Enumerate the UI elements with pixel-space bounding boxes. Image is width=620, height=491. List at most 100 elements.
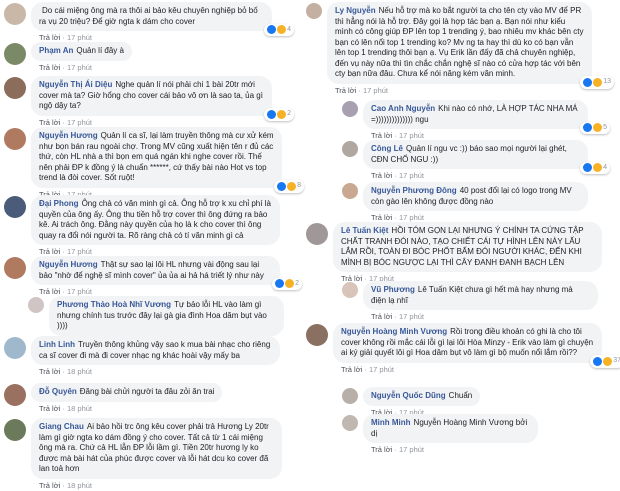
comment-timestamp[interactable]: 17 phút bbox=[67, 287, 92, 296]
reply-link[interactable]: Trả lời bbox=[371, 171, 392, 180]
avatar[interactable] bbox=[306, 324, 328, 346]
avatar[interactable] bbox=[4, 419, 26, 441]
comment-author-link[interactable]: Phạm An bbox=[39, 46, 73, 55]
comment-author-link[interactable]: Nguyễn Phương Đông bbox=[371, 186, 457, 195]
comment: Giang Chau Ai bảo hồi trc ông kêu cover p… bbox=[4, 418, 282, 490]
comment-author-link[interactable]: Vũ Phương bbox=[371, 285, 415, 294]
haha-reaction-icon bbox=[603, 356, 613, 366]
comment-timestamp[interactable]: 18 phút bbox=[67, 367, 92, 376]
comment-author-link[interactable]: Minh Minh bbox=[371, 418, 411, 427]
comment-meta: Trả lời · 18 phút bbox=[39, 367, 280, 376]
comment-timestamp[interactable]: 17 phút bbox=[363, 86, 388, 95]
reaction-count[interactable]: 2 bbox=[272, 277, 302, 290]
avatar[interactable] bbox=[342, 141, 358, 157]
reply-link[interactable]: Trả lời bbox=[39, 63, 60, 72]
comment-timestamp[interactable]: 17 phút bbox=[399, 312, 424, 321]
comment-author-link[interactable]: Nguyễn Hoàng Minh Vương bbox=[341, 327, 447, 336]
avatar[interactable] bbox=[342, 415, 358, 431]
avatar[interactable] bbox=[342, 388, 358, 404]
avatar[interactable] bbox=[4, 43, 26, 65]
comment-author-link[interactable]: Nguyễn Quốc Dũng bbox=[371, 391, 446, 400]
comment-text: Quản lí đây à bbox=[76, 46, 124, 55]
avatar[interactable] bbox=[4, 257, 26, 279]
comment-author-link[interactable]: Cao Anh Nguyễn bbox=[371, 104, 435, 113]
comment-timestamp[interactable]: 17 phút bbox=[67, 33, 92, 42]
comment-timestamp[interactable]: 18 phút bbox=[67, 481, 92, 490]
reaction-count[interactable]: 13 bbox=[580, 76, 614, 89]
avatar[interactable] bbox=[4, 196, 26, 218]
avatar[interactable] bbox=[342, 101, 358, 117]
comment-meta: Trả lời · 17 phút bbox=[371, 131, 588, 140]
haha-reaction-icon bbox=[277, 25, 287, 35]
avatar[interactable] bbox=[4, 384, 26, 406]
reaction-count[interactable]: 2 bbox=[264, 108, 294, 121]
reaction-count[interactable]: 37 bbox=[590, 355, 620, 368]
comment-timestamp[interactable]: 17 phút bbox=[399, 213, 424, 222]
comment-bubble: Nguyễn Hương Quản lí ca sĩ, lại làm truyề… bbox=[31, 127, 304, 193]
comment: Ly Nguyễn Nếu hỗ trợ mà ko bắt người ta c… bbox=[306, 2, 614, 95]
comment-author-link[interactable]: Lê Tuấn Kiệt bbox=[341, 226, 388, 235]
reply-link[interactable]: Trả lời bbox=[371, 131, 392, 140]
comment-author-link[interactable]: Nguyễn Hương bbox=[39, 260, 98, 269]
reply-link[interactable]: Trả lời bbox=[39, 247, 60, 256]
reply-link[interactable]: Trả lời bbox=[39, 481, 60, 490]
comment: Nguyễn Hương Thật sự sao lại lôi HL nhưng… bbox=[4, 256, 302, 296]
avatar[interactable] bbox=[28, 297, 44, 313]
reply-link[interactable]: Trả lời bbox=[39, 287, 60, 296]
avatar[interactable] bbox=[342, 183, 358, 199]
avatar[interactable] bbox=[342, 282, 358, 298]
meta-separator: · bbox=[60, 403, 67, 413]
reply-link[interactable]: Trả lời bbox=[341, 365, 362, 374]
comment-author-link[interactable]: Phương Thảo Hoà Nhĩ Vương bbox=[57, 300, 171, 309]
meta-separator: · bbox=[392, 445, 399, 454]
comment-author-link[interactable]: Đại Phong bbox=[39, 199, 79, 208]
avatar[interactable] bbox=[4, 128, 26, 150]
reply-link[interactable]: Trả lời bbox=[39, 367, 60, 376]
avatar[interactable] bbox=[306, 3, 322, 19]
reply-link[interactable]: Trả lời bbox=[39, 118, 60, 127]
comment-bubble: Lê Tuấn Kiệt HỒI TÓM GỌN LẠI NHƯNG Ý CHÍN… bbox=[333, 222, 602, 272]
comment-author-link[interactable]: Linh Linh bbox=[39, 340, 75, 349]
comment-bubble: Linh Linh Truyền thông khủng vậy sao k mu… bbox=[31, 336, 280, 365]
comment: Cao Anh Nguyễn Khi nào có nhớ, LÀ HỢP TÁC… bbox=[342, 100, 610, 140]
comment: Linh Linh Truyền thông khủng vậy sao k mu… bbox=[4, 336, 280, 376]
reaction-number: 13 bbox=[603, 78, 611, 85]
reaction-number: 4 bbox=[287, 25, 291, 33]
comment-author-link[interactable]: Ly Nguyễn bbox=[335, 6, 376, 15]
comment-timestamp[interactable]: 17 phút bbox=[67, 118, 92, 127]
avatar[interactable] bbox=[4, 3, 26, 25]
comment-timestamp[interactable]: 17 phút bbox=[67, 63, 92, 72]
avatar[interactable] bbox=[4, 77, 26, 99]
comment-meta: Trả lời · 17 phút bbox=[371, 213, 588, 222]
meta-separator: · bbox=[60, 287, 67, 296]
avatar[interactable] bbox=[306, 223, 328, 245]
comment-timestamp[interactable]: 17 phút bbox=[67, 247, 92, 256]
reply-link[interactable]: Trả lời bbox=[371, 213, 392, 222]
comment-author-link[interactable]: Nguyễn Hương bbox=[39, 131, 98, 140]
comment-timestamp[interactable]: 17 phút bbox=[369, 365, 394, 374]
reply-link[interactable]: Trả lời bbox=[39, 404, 60, 413]
reaction-count[interactable]: 8 bbox=[274, 180, 304, 193]
reaction-count[interactable]: 5 bbox=[580, 121, 610, 134]
comment-author-link[interactable]: Công Lê bbox=[371, 144, 403, 153]
comment-timestamp[interactable]: 17 phút bbox=[399, 445, 424, 454]
reaction-number: 8 bbox=[297, 182, 301, 189]
reply-link[interactable]: Trả lời bbox=[371, 445, 392, 454]
comment-author-link[interactable]: Đỗ Quyên bbox=[39, 387, 77, 396]
meta-separator: · bbox=[392, 213, 399, 222]
meta-separator: · bbox=[392, 131, 399, 140]
comment-author-link[interactable]: Nguyễn Thị Ái Diệu bbox=[39, 80, 112, 89]
comment-timestamp[interactable]: 18 phút bbox=[67, 404, 92, 413]
reaction-count[interactable]: 4 bbox=[580, 161, 610, 174]
comment-bubble: Minh Minh Nguyễn Hoàng Minh Vương bởi dị bbox=[363, 414, 538, 443]
reply-link[interactable]: Trả lời bbox=[39, 33, 60, 42]
comment-timestamp[interactable]: 17 phút bbox=[399, 171, 424, 180]
comment-timestamp[interactable]: 17 phút bbox=[399, 131, 424, 140]
comment-author-link[interactable]: Giang Chau bbox=[39, 422, 84, 431]
reaction-count[interactable]: 4 bbox=[264, 23, 294, 36]
comment: Đỗ Quyên Đăng bài chửi người ta đâu zỏi ă… bbox=[4, 383, 230, 413]
reply-link[interactable]: Trả lời bbox=[335, 86, 356, 95]
comment: Nguyễn Hương Quản lí ca sĩ, lại làm truyề… bbox=[4, 127, 304, 199]
reply-link[interactable]: Trả lời bbox=[371, 312, 392, 321]
avatar[interactable] bbox=[4, 337, 26, 359]
